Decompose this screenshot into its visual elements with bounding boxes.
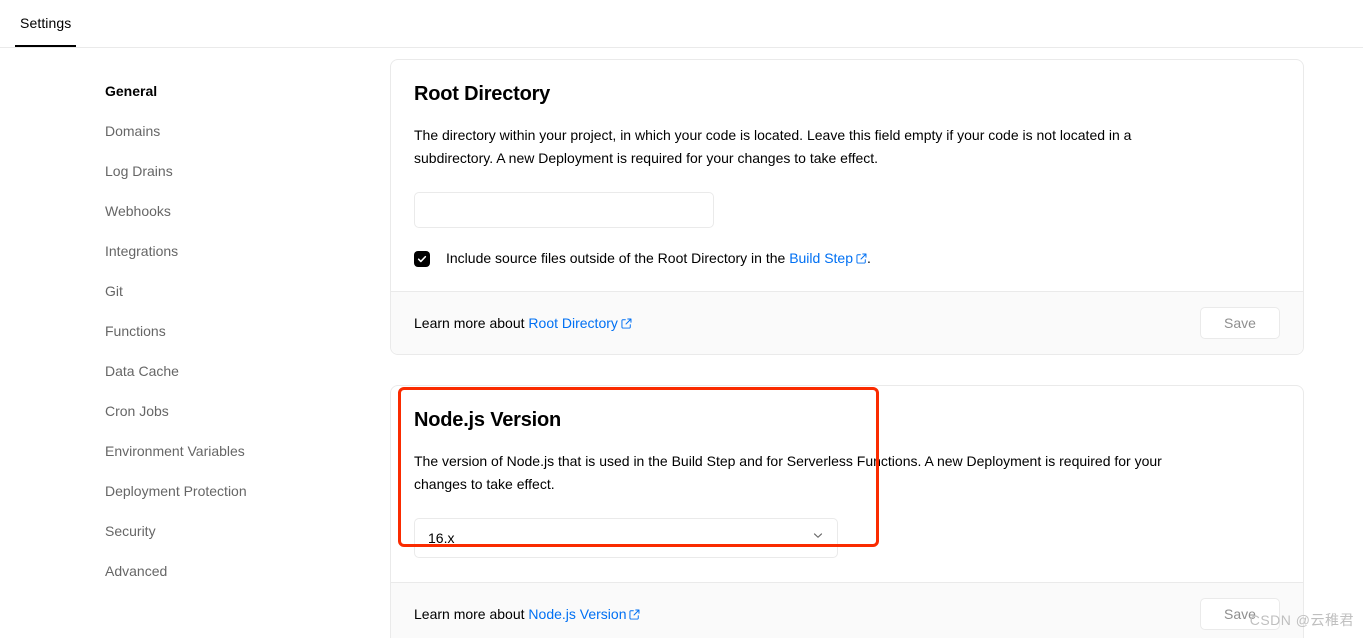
build-step-link-label: Build Step xyxy=(789,250,854,266)
sidebar-item-cron-jobs[interactable]: Cron Jobs xyxy=(105,391,390,431)
sidebar-item-label: Security xyxy=(105,523,156,539)
root-directory-card-body: Root Directory The directory within your… xyxy=(391,60,1303,291)
include-source-files-text-after: . xyxy=(867,250,871,266)
root-directory-input[interactable] xyxy=(414,192,714,228)
sidebar-item-data-cache[interactable]: Data Cache xyxy=(105,351,390,391)
root-directory-card: Root Directory The directory within your… xyxy=(390,59,1304,355)
root-directory-save-button[interactable]: Save xyxy=(1200,307,1280,339)
top-tab-bar: Settings xyxy=(0,0,1363,47)
include-source-files-row: Include source files outside of the Root… xyxy=(414,250,1280,267)
node-version-card-footer: Learn more about Node.js Version Save xyxy=(391,582,1303,638)
node-version-description: The version of Node.js that is used in t… xyxy=(414,453,1162,492)
node-version-card: Node.js Version The version of Node.js t… xyxy=(390,385,1304,638)
sidebar-item-label: Webhooks xyxy=(105,203,171,219)
node-version-select-wrap: 16.x xyxy=(414,518,838,558)
include-source-files-label: Include source files outside of the Root… xyxy=(446,250,871,267)
sidebar-item-security[interactable]: Security xyxy=(105,511,390,551)
sidebar-item-label: Domains xyxy=(105,123,161,139)
sidebar-item-deployment-protection[interactable]: Deployment Protection xyxy=(105,471,390,511)
root-directory-learn-more-link[interactable]: Root Directory xyxy=(528,314,632,332)
settings-sidebar: General Domains Log Drains Webhooks Inte… xyxy=(0,48,390,638)
node-version-title: Node.js Version xyxy=(414,409,562,431)
watermark: CSDN @云稚君 xyxy=(1249,612,1354,628)
sidebar-item-label: Log Drains xyxy=(105,163,173,179)
sidebar-item-label: Functions xyxy=(105,323,166,339)
sidebar-item-general[interactable]: General xyxy=(105,71,390,111)
node-version-card-body: Node.js Version The version of Node.js t… xyxy=(391,386,1303,582)
sidebar-item-functions[interactable]: Functions xyxy=(105,311,390,351)
external-link-icon xyxy=(629,607,640,623)
sidebar-item-label: Git xyxy=(105,283,123,299)
sidebar-item-label: Environment Variables xyxy=(105,443,245,459)
sidebar-item-label: General xyxy=(105,83,158,99)
build-step-link[interactable]: Build Step xyxy=(789,250,867,266)
settings-page: General Domains Log Drains Webhooks Inte… xyxy=(0,48,1363,638)
learn-more-prefix: Learn more about xyxy=(414,314,525,331)
sidebar-item-domains[interactable]: Domains xyxy=(105,111,390,151)
external-link-icon xyxy=(621,316,632,332)
external-link-icon xyxy=(856,251,867,267)
include-source-files-checkbox[interactable] xyxy=(414,250,430,267)
learn-more-prefix: Learn more about xyxy=(414,605,525,622)
root-directory-title: Root Directory xyxy=(414,83,551,105)
node-version-select-value: 16.x xyxy=(428,530,455,546)
root-directory-card-footer: Learn more about Root Directory Save xyxy=(391,291,1303,354)
node-version-learn-more-link[interactable]: Node.js Version xyxy=(528,606,640,622)
root-directory-description: The directory within your project, in wh… xyxy=(414,127,1132,166)
sidebar-item-webhooks[interactable]: Webhooks xyxy=(105,191,390,231)
sidebar-item-label: Data Cache xyxy=(105,363,179,379)
sidebar-item-environment-variables[interactable]: Environment Variables xyxy=(105,431,390,471)
sidebar-item-label: Advanced xyxy=(105,563,168,579)
sidebar-item-label: Cron Jobs xyxy=(105,403,169,419)
sidebar-item-advanced[interactable]: Advanced xyxy=(105,551,390,591)
settings-content: Root Directory The directory within your… xyxy=(390,48,1363,638)
node-version-learn-more-label: Node.js Version xyxy=(528,605,627,622)
tab-settings[interactable]: Settings xyxy=(15,0,77,47)
sidebar-item-git[interactable]: Git xyxy=(105,271,390,311)
root-directory-learn-more: Learn more about Root Directory xyxy=(414,315,632,332)
root-directory-learn-more-label: Root Directory xyxy=(528,314,618,331)
tab-settings-label: Settings xyxy=(20,15,72,31)
sidebar-item-label: Integrations xyxy=(105,243,179,259)
sidebar-item-log-drains[interactable]: Log Drains xyxy=(105,151,390,191)
include-source-files-text-before: Include source files outside of the Root… xyxy=(446,250,786,266)
node-version-learn-more: Learn more about Node.js Version xyxy=(414,606,640,623)
sidebar-item-integrations[interactable]: Integrations xyxy=(105,231,390,271)
node-version-select[interactable]: 16.x xyxy=(414,518,838,558)
sidebar-item-label: Deployment Protection xyxy=(105,483,247,499)
